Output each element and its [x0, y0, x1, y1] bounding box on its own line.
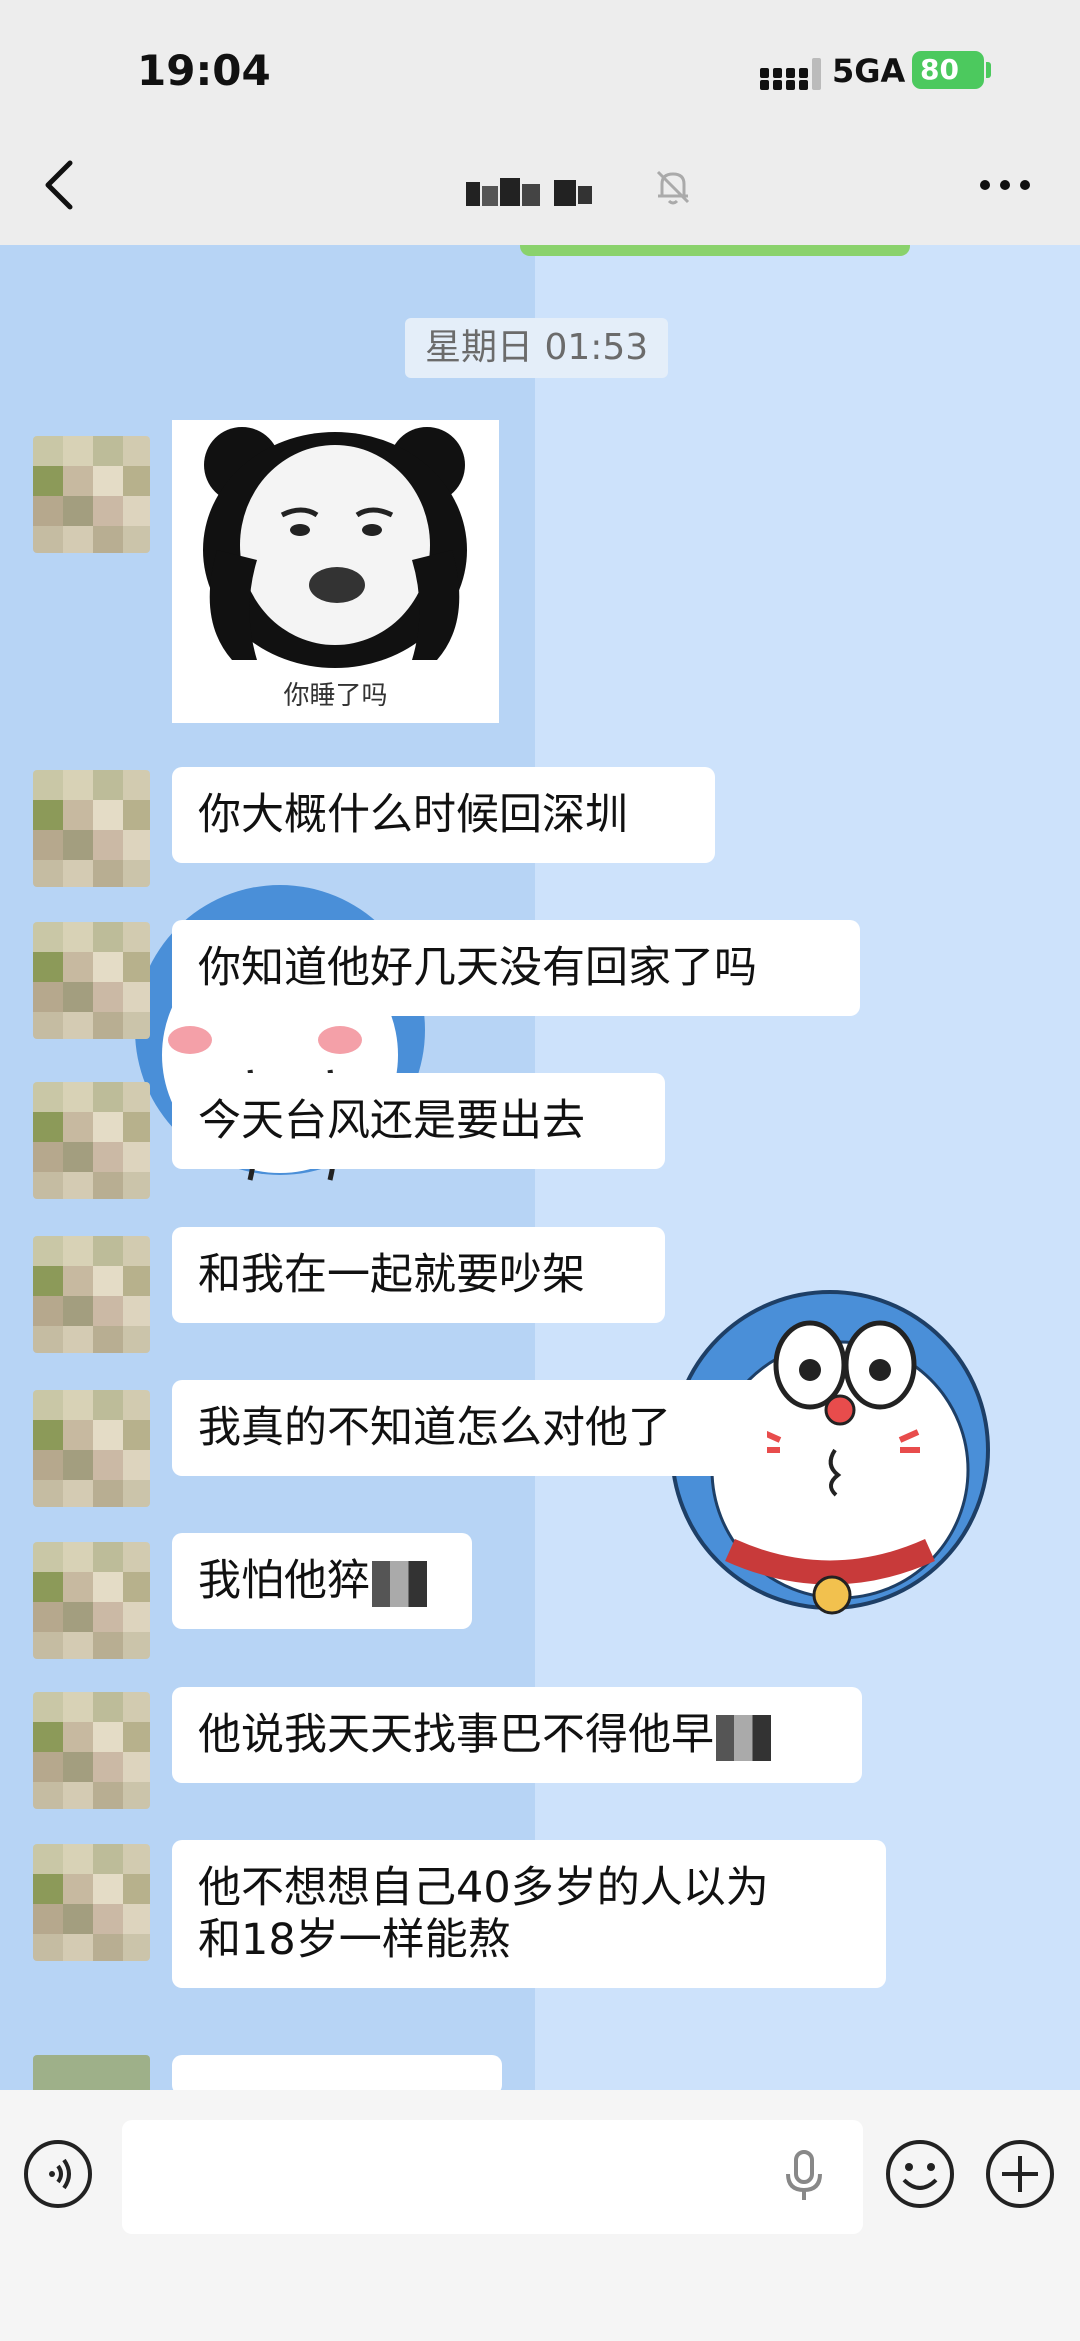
chat-nav-bar — [0, 130, 1080, 245]
status-bar: 19:04 5GA 80 — [0, 0, 1080, 145]
sticker-message[interactable]: 你睡了吗 — [172, 420, 499, 723]
chat-message-bubble[interactable]: 我怕他猝 — [172, 1533, 472, 1629]
sender-avatar[interactable] — [33, 922, 150, 1039]
chat-message-bubble[interactable]: 今天台风还是要出去 — [172, 1073, 665, 1169]
chat-title-redacted — [466, 178, 646, 210]
sender-avatar[interactable] — [33, 1236, 150, 1353]
message-text: 我真的不知道怎么对他了 — [198, 1403, 671, 1453]
chat-message-bubble[interactable]: 我真的不知道怎么对他了 — [172, 1380, 767, 1476]
chat-message-bubble-partial[interactable] — [172, 2055, 502, 2095]
sender-avatar[interactable] — [33, 770, 150, 887]
chat-message-bubble[interactable]: 和我在一起就要吵架 — [172, 1227, 665, 1323]
sender-avatar[interactable] — [33, 1844, 150, 1961]
microphone-icon[interactable] — [782, 2150, 826, 2202]
message-text-line: 和18岁一样能熬 — [198, 1915, 511, 1965]
message-text: 我怕他猝 — [198, 1556, 370, 1606]
message-text: 你大概什么时候回深圳 — [198, 790, 628, 840]
sender-avatar[interactable] — [33, 436, 150, 553]
sticker-caption: 你睡了吗 — [283, 681, 388, 711]
message-input-bar — [0, 2090, 1080, 2341]
battery-tip — [986, 62, 991, 78]
more-options-button[interactable] — [970, 160, 1040, 210]
sender-avatar[interactable] — [33, 1692, 150, 1809]
sender-avatar[interactable] — [33, 1082, 150, 1199]
sender-avatar-partial[interactable] — [33, 2055, 150, 2095]
voice-input-button[interactable] — [24, 2140, 92, 2208]
sender-avatar[interactable] — [33, 1542, 150, 1659]
message-text: 和我在一起就要吵架 — [198, 1250, 585, 1300]
battery-indicator: 80 — [912, 51, 984, 89]
battery-level: 80 — [920, 53, 959, 86]
status-time: 19:04 — [137, 46, 271, 95]
plus-button[interactable] — [984, 2138, 1056, 2210]
redacted-mosaic — [372, 1560, 427, 1607]
sender-avatar[interactable] — [33, 1390, 150, 1507]
message-input[interactable] — [122, 2120, 863, 2234]
chat-message-bubble[interactable]: 你知道他好几天没有回家了吗 — [172, 920, 860, 1016]
message-text: 今天台风还是要出去 — [198, 1096, 585, 1146]
chat-message-bubble[interactable]: 你大概什么时候回深圳 — [172, 767, 715, 863]
message-text: 他说我天天找事巴不得他早 — [198, 1710, 714, 1760]
voice-icon — [49, 2158, 71, 2190]
signal-icon — [760, 58, 821, 90]
back-button[interactable] — [32, 155, 92, 215]
bell-off-icon — [656, 170, 690, 205]
message-text: 你知道他好几天没有回家了吗 — [198, 943, 757, 993]
emoji-button[interactable] — [884, 2138, 956, 2210]
network-type-label: 5GA — [832, 52, 906, 90]
chat-message-bubble[interactable]: 他说我天天找事巴不得他早 — [172, 1687, 862, 1783]
message-text-line: 他不想想自己40多岁的人以为 — [198, 1863, 769, 1913]
chat-timestamp: 星期日 01:53 — [405, 318, 669, 378]
chat-message-bubble[interactable]: 他不想想自己40多岁的人以为 和18岁一样能熬 — [172, 1840, 886, 1988]
redacted-mosaic — [716, 1714, 771, 1761]
